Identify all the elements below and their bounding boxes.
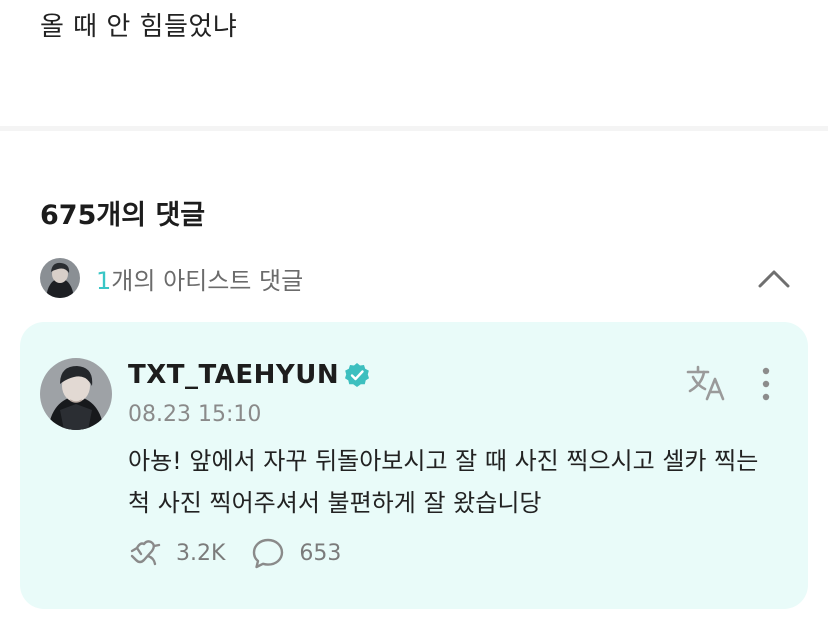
chevron-up-icon[interactable] [756,264,792,292]
like-count: 3.2K [176,540,226,566]
comments-count: 675개의 댓글 [40,200,206,231]
avatar[interactable] [40,358,112,430]
post-text: 올 때 안 힘들었냐 [40,12,238,42]
artist-comments-label: 1개의 아티스트 댓글 [96,261,303,296]
artist-comments-count: 1 [96,266,112,295]
reply-count: 653 [299,540,342,566]
verified-badge-icon [345,363,370,387]
artist-avatar-small [40,258,80,298]
comment-text: 아뇽! 앞에서 자꾸 뒤돌아보시고 잘 때 사진 찍으시고 셀카 찍는 척 사진… [128,447,759,517]
divider [0,126,828,131]
timestamp: 08.23 15:10 [128,402,262,427]
author-name[interactable]: TXT_TAEHYUN [128,360,339,390]
reply-button[interactable]: 653 [251,536,341,570]
artist-comment-card: TXT_TAEHYUN 08.23 15:10 아뇽! 앞에서 자꾸 뒤돌아보시… [20,322,808,609]
comment-actions: 3.2K 653 [128,536,341,570]
artist-comments-toggle[interactable]: 1개의 아티스트 댓글 [40,256,800,300]
artist-comments-text: 개의 아티스트 댓글 [111,266,304,295]
author: TXT_TAEHYUN [128,360,370,390]
heart-hand-icon [130,540,161,566]
speech-bubble-icon [253,538,284,569]
like-button[interactable]: 3.2K [128,536,225,570]
more-vertical-icon[interactable] [760,366,772,402]
translate-icon[interactable] [685,364,727,402]
